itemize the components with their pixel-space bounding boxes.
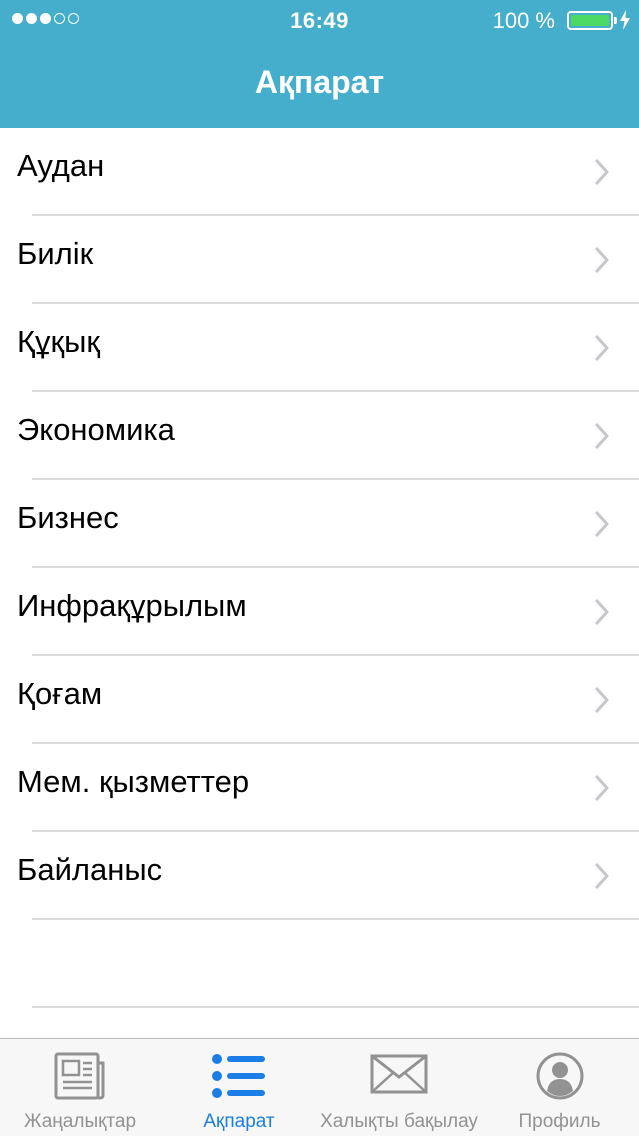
- newspaper-icon: [54, 1052, 105, 1100]
- chevron-right-icon: [595, 599, 609, 625]
- row-separator: [32, 918, 639, 920]
- chevron-right-icon: [595, 863, 609, 889]
- chevron-right-icon: [595, 335, 609, 361]
- tab-label: Халықты бақылау: [320, 1111, 478, 1132]
- list-item-ekonomika[interactable]: Экономика: [0, 392, 639, 480]
- list-item-infrakurylym[interactable]: Инфрақұрылым: [0, 568, 639, 656]
- empty-row-separator: [32, 1006, 639, 1008]
- chevron-right-icon: [595, 775, 609, 801]
- tab-profile[interactable]: Профиль: [480, 1039, 639, 1136]
- profile-icon: [536, 1052, 583, 1100]
- list-item-mem-kyzmetter[interactable]: Мем. қызметтер: [0, 744, 639, 832]
- tab-label: Ақпарат: [203, 1111, 275, 1132]
- list-item-label: Инфрақұрылым: [17, 588, 247, 623]
- battery-percent: 100 %: [492, 8, 555, 33]
- list-item-label: Қоғам: [17, 676, 103, 711]
- list-item-label: Құқық: [17, 324, 100, 359]
- chevron-right-icon: [595, 247, 609, 273]
- list-item-label: Билік: [17, 236, 94, 271]
- list-item-label: Аудан: [17, 148, 105, 183]
- status-bar: 16:49 100 %: [0, 0, 639, 40]
- chevron-right-icon: [595, 159, 609, 185]
- menu-list: Аудан Билік Құқық Экономика Бизнес Инфра…: [0, 128, 639, 920]
- screen: 16:49 100 % Ақпарат Аудан Билік Құқық Эк…: [0, 0, 639, 1136]
- battery-tip: [614, 17, 617, 24]
- tab-label: Жаңалықтар: [23, 1111, 137, 1132]
- list-icon: [212, 1054, 265, 1098]
- list-item-label: Байланыс: [17, 852, 163, 887]
- list-item-label: Экономика: [17, 412, 175, 447]
- tab-news[interactable]: Жаңалықтар: [0, 1039, 160, 1136]
- tab-akparat[interactable]: Ақпарат: [160, 1039, 318, 1136]
- tab-label: Профиль: [518, 1111, 601, 1132]
- tab-public-control[interactable]: Халықты бақылау: [318, 1039, 480, 1136]
- charging-bolt-icon: [620, 10, 630, 30]
- tab-bar: Жаңалықтар Ақпарат Халықты бақылау Профи…: [0, 1038, 639, 1136]
- list-item-kukyk[interactable]: Құқық: [0, 304, 639, 392]
- list-item-bilik[interactable]: Билік: [0, 216, 639, 304]
- page-title: Ақпарат: [254, 64, 385, 100]
- list-item-label: Мем. қызметтер: [17, 764, 250, 799]
- envelope-icon: [370, 1054, 428, 1094]
- list-item-audan[interactable]: Аудан: [0, 128, 639, 216]
- chevron-right-icon: [595, 687, 609, 713]
- battery-fill: [571, 15, 609, 26]
- chevron-right-icon: [595, 423, 609, 449]
- battery-icon: [567, 11, 617, 30]
- list-item-label: Бизнес: [17, 500, 119, 535]
- chevron-right-icon: [595, 511, 609, 537]
- list-item-kogam[interactable]: Қоғам: [0, 656, 639, 744]
- list-item-biznes[interactable]: Бизнес: [0, 480, 639, 568]
- list-item-bailanys[interactable]: Байланыс: [0, 832, 639, 920]
- navigation-header: 16:49 100 % Ақпарат: [0, 0, 639, 128]
